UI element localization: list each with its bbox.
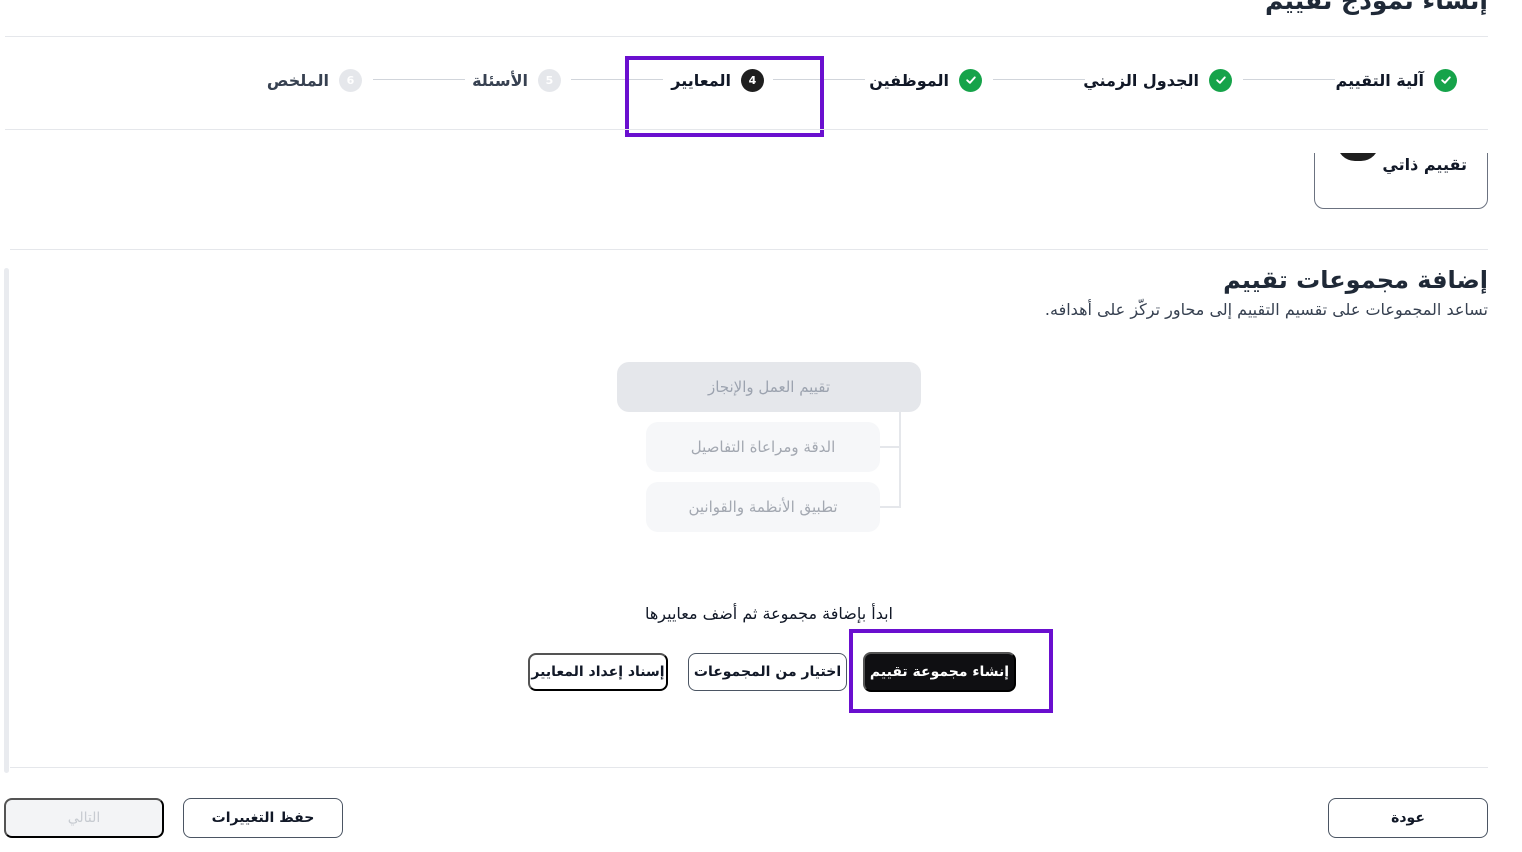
header-divider xyxy=(5,36,1488,37)
step-number-badge: 6 xyxy=(339,68,362,92)
step-summary[interactable]: 6 الملخص xyxy=(267,67,362,93)
illustration-child-group: الدقة ومراعاة التفاصيل xyxy=(646,422,880,472)
tree-connector xyxy=(880,412,901,508)
save-changes-button[interactable]: حفظ التغييرات xyxy=(183,798,343,838)
check-circle-icon xyxy=(1434,68,1457,92)
back-button[interactable]: عودة xyxy=(1328,798,1488,838)
step-connector xyxy=(1243,79,1335,80)
step-connector xyxy=(993,79,1085,80)
illustration-parent-group: تقييم العمل والإنجاز xyxy=(617,362,921,412)
step-label: الأسئلة xyxy=(472,70,528,90)
illustration-child-group: تطبيق الأنظمة والقوانين xyxy=(646,482,880,532)
empty-state-text: ابدأ بإضافة مجموعة ثم أضف معاييرها xyxy=(644,604,893,623)
section-divider xyxy=(10,249,1488,250)
section-description: تساعد المجموعات على تقسيم التقييم إلى مح… xyxy=(1044,300,1488,319)
step-label: الملخص xyxy=(266,70,329,90)
step-number-badge: 5 xyxy=(538,68,561,92)
step-evaluation-mechanism[interactable]: آلية التقييم xyxy=(1336,67,1457,93)
footer-divider xyxy=(10,767,1488,768)
scrollbar[interactable] xyxy=(4,268,9,773)
page-title: إنشاء نموذج تقييم xyxy=(1264,0,1488,15)
tree-connector xyxy=(880,446,901,448)
step-connector xyxy=(373,79,465,80)
step-employees[interactable]: الموظفين xyxy=(869,67,982,93)
stepper-divider xyxy=(5,129,1488,130)
choose-from-groups-button[interactable]: اختيار من المجموعات xyxy=(688,653,847,691)
section-title: إضافة مجموعات تقييم xyxy=(1223,266,1488,294)
step-label: الجدول الزمني xyxy=(1083,70,1199,90)
check-circle-icon xyxy=(1209,68,1232,92)
step-questions[interactable]: 5 الأسئلة xyxy=(472,67,561,93)
tree-connector xyxy=(880,506,901,508)
self-assessment-label: تقييم ذاتي xyxy=(1382,155,1467,174)
scroll-clip xyxy=(1300,131,1500,153)
highlight-box-current-step xyxy=(625,56,824,137)
step-label: الموظفين xyxy=(869,70,949,90)
step-timeline[interactable]: الجدول الزمني xyxy=(1083,67,1232,93)
assign-criteria-button[interactable]: إسناد إعداد المعايير xyxy=(528,653,668,691)
next-button[interactable]: التالي xyxy=(4,798,164,838)
step-label: آلية التقييم xyxy=(1335,70,1424,90)
check-circle-icon xyxy=(959,68,982,92)
highlight-box-create-group xyxy=(849,629,1053,713)
